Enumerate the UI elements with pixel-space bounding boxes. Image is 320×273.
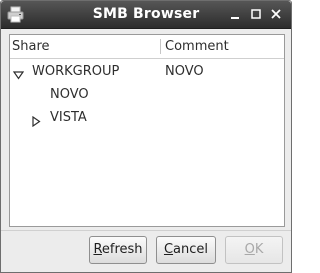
refresh-button[interactable]: Refresh: [89, 236, 147, 264]
ok-mnemonic: O: [244, 242, 255, 257]
smb-browser-window: SMB Browser Share Comment WORKGROUP NOVO…: [0, 0, 292, 273]
minimize-icon[interactable]: [228, 7, 242, 21]
refresh-mnemonic: R: [93, 242, 102, 257]
divider: [1, 230, 291, 231]
list-header: Share Comment: [10, 35, 284, 59]
cancel-mnemonic: C: [163, 242, 174, 257]
refresh-label: efresh: [101, 242, 143, 257]
expanded-triangle-icon[interactable]: [12, 66, 25, 80]
title-bar[interactable]: SMB Browser: [1, 1, 291, 29]
collapsed-triangle-icon[interactable]: [31, 112, 42, 128]
list-item-vista[interactable]: VISTA: [10, 106, 284, 129]
column-header-comment[interactable]: Comment: [165, 35, 281, 58]
close-icon[interactable]: [269, 7, 283, 21]
share-name: NOVO: [50, 87, 89, 102]
column-separator[interactable]: [160, 39, 161, 54]
share-comment: NOVO: [165, 64, 204, 79]
share-list[interactable]: Share Comment WORKGROUP NOVO NOVO VISTA: [9, 34, 285, 227]
cancel-button[interactable]: Cancel: [156, 236, 216, 264]
window-title: SMB Browser: [92, 6, 200, 22]
ok-button[interactable]: OK: [225, 236, 283, 264]
cancel-label: ancel: [173, 242, 209, 257]
column-header-share[interactable]: Share: [12, 35, 159, 58]
ok-label: K: [254, 242, 264, 257]
share-name: VISTA: [50, 110, 87, 125]
list-item-workgroup[interactable]: WORKGROUP NOVO: [10, 60, 284, 83]
maximize-icon[interactable]: [249, 7, 263, 21]
share-name: WORKGROUP: [32, 64, 120, 79]
list-item-novo[interactable]: NOVO: [10, 83, 284, 106]
